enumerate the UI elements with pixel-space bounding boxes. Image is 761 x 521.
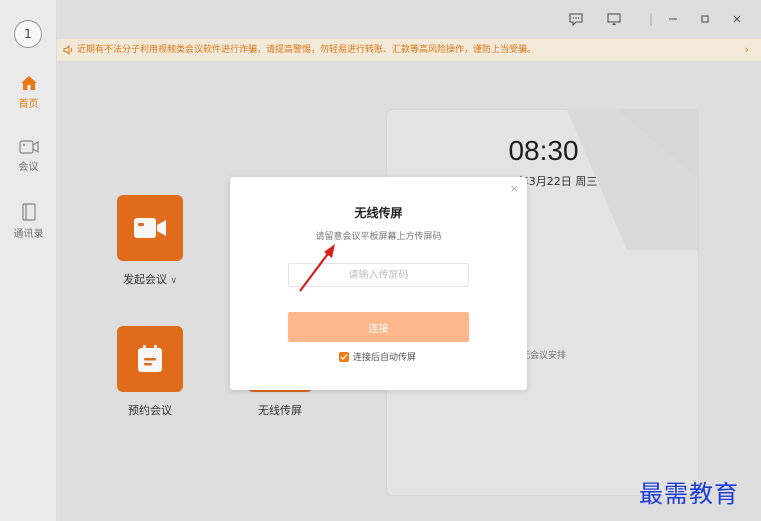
watermark-logo: 最需教育 — [639, 480, 739, 508]
annotation-arrow-icon — [299, 244, 335, 292]
checkbox-checked-icon[interactable] — [339, 351, 349, 362]
dialog-close-icon[interactable]: × — [510, 182, 519, 195]
auto-cast-checkbox[interactable]: 连接后自动传屏 — [339, 350, 416, 363]
dialog-subtitle: 请留意会议平板屏幕上方传屏码 — [315, 232, 442, 242]
dialog-title: 无线传屏 — [354, 206, 403, 220]
wireless-cast-dialog: × 无线传屏 请留意会议平板屏幕上方传屏码 连接 连接后自动传屏 — [230, 177, 527, 390]
connect-button[interactable]: 连接 — [288, 312, 469, 342]
auto-cast-label: 连接后自动传屏 — [353, 353, 417, 363]
